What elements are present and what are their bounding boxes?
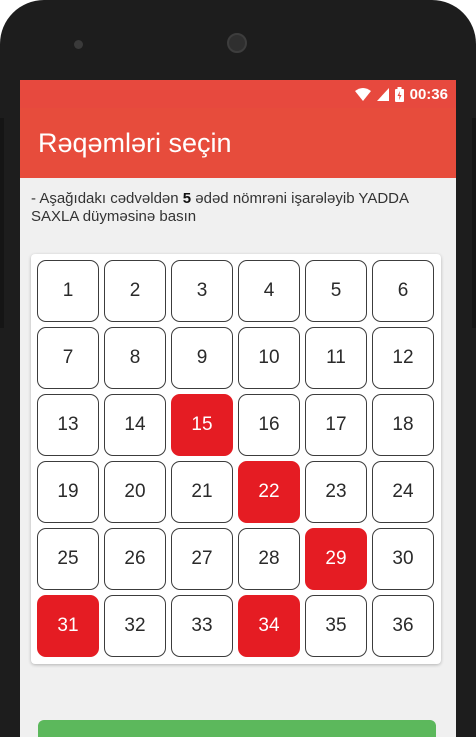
front-camera xyxy=(227,33,247,53)
number-cell-7[interactable]: 7 xyxy=(37,327,99,389)
number-cell-19[interactable]: 19 xyxy=(37,461,99,523)
number-cell-20[interactable]: 20 xyxy=(104,461,166,523)
number-grid-card: 1 2 3 4 5 6 7 8 9 10 11 12 13 14 15 16 17 18 19 20 21 22 23 24 2… xyxy=(31,254,441,664)
number-cell-1[interactable]: 1 xyxy=(37,260,99,322)
number-cell-34[interactable]: 34 xyxy=(238,595,300,657)
number-cell-8[interactable]: 8 xyxy=(104,327,166,389)
number-cell-31[interactable]: 31 xyxy=(37,595,99,657)
save-button[interactable] xyxy=(38,720,436,737)
instruction-prefix: - Aşağıdakı cədvəldən xyxy=(31,190,183,207)
instruction-text: - Aşağıdakı cədvəldən 5 ədəd nömrəni işa… xyxy=(20,178,456,244)
number-cell-23[interactable]: 23 xyxy=(305,461,367,523)
side-button-right xyxy=(472,118,476,328)
number-cell-6[interactable]: 6 xyxy=(372,260,434,322)
speaker xyxy=(74,40,83,49)
number-cell-16[interactable]: 16 xyxy=(238,394,300,456)
number-cell-5[interactable]: 5 xyxy=(305,260,367,322)
number-cell-17[interactable]: 17 xyxy=(305,394,367,456)
number-grid: 1 2 3 4 5 6 7 8 9 10 11 12 13 14 15 16 17 18 19 20 21 22 23 24 2… xyxy=(37,260,434,657)
number-cell-22[interactable]: 22 xyxy=(238,461,300,523)
number-cell-4[interactable]: 4 xyxy=(238,260,300,322)
status-bar: 00:36 xyxy=(20,80,456,108)
number-cell-15[interactable]: 15 xyxy=(171,394,233,456)
number-cell-21[interactable]: 21 xyxy=(171,461,233,523)
number-cell-29[interactable]: 29 xyxy=(305,528,367,590)
number-cell-9[interactable]: 9 xyxy=(171,327,233,389)
phone-frame: 00:36 Rəqəmləri seçin - Aşağıdakı cədvəl… xyxy=(0,0,476,737)
number-cell-27[interactable]: 27 xyxy=(171,528,233,590)
number-cell-36[interactable]: 36 xyxy=(372,595,434,657)
number-cell-32[interactable]: 32 xyxy=(104,595,166,657)
number-cell-35[interactable]: 35 xyxy=(305,595,367,657)
instruction-count: 5 xyxy=(182,190,192,207)
number-cell-30[interactable]: 30 xyxy=(372,528,434,590)
number-cell-12[interactable]: 12 xyxy=(372,327,434,389)
page-title: Rəqəmləri seçin xyxy=(38,127,232,158)
number-cell-26[interactable]: 26 xyxy=(104,528,166,590)
number-cell-11[interactable]: 11 xyxy=(305,327,367,389)
number-cell-13[interactable]: 13 xyxy=(37,394,99,456)
wifi-icon xyxy=(354,87,371,101)
screen: 00:36 Rəqəmləri seçin - Aşağıdakı cədvəl… xyxy=(20,80,456,737)
number-cell-14[interactable]: 14 xyxy=(104,394,166,456)
signal-icon xyxy=(376,87,389,101)
number-cell-3[interactable]: 3 xyxy=(171,260,233,322)
status-time: 00:36 xyxy=(409,85,448,103)
number-cell-10[interactable]: 10 xyxy=(238,327,300,389)
battery-charging-icon xyxy=(394,86,404,102)
app-bar: Rəqəmləri seçin xyxy=(20,108,456,178)
number-cell-33[interactable]: 33 xyxy=(171,595,233,657)
number-cell-24[interactable]: 24 xyxy=(372,461,434,523)
number-cell-18[interactable]: 18 xyxy=(372,394,434,456)
number-cell-25[interactable]: 25 xyxy=(37,528,99,590)
side-button-left xyxy=(0,118,4,328)
number-cell-28[interactable]: 28 xyxy=(238,528,300,590)
number-cell-2[interactable]: 2 xyxy=(104,260,166,322)
